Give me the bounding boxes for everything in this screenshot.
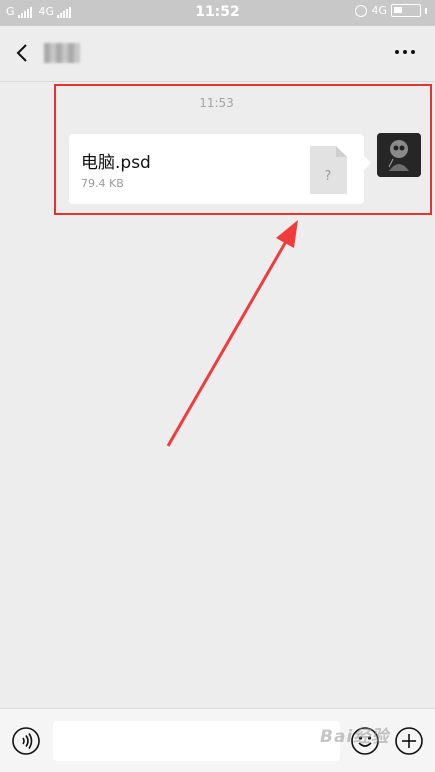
ellipsis-icon[interactable]	[395, 50, 415, 54]
battery-tip	[425, 7, 427, 14]
battery-icon	[391, 4, 421, 17]
file-name: 电脑.psd	[81, 153, 151, 173]
file-size: 79.4 KB	[81, 177, 124, 190]
unknown-file-icon: ?	[310, 146, 347, 194]
file-icon-symbol: ?	[325, 169, 332, 184]
network-label: 4G	[371, 4, 387, 17]
file-message-bubble[interactable]: 电脑.psd 79.4 KB ?	[69, 134, 371, 204]
status-bar: G 4G 11:52 4G	[0, 0, 435, 26]
watermark: Bai经验	[320, 727, 390, 747]
voice-icon[interactable]	[11, 726, 41, 756]
status-right: 4G	[355, 4, 427, 17]
alarm-icon	[355, 4, 368, 17]
message-timestamp: 11:53	[199, 96, 234, 110]
chevron-left-icon[interactable]	[12, 42, 34, 64]
chat-header	[0, 26, 435, 82]
avatar[interactable]	[377, 133, 421, 177]
plus-icon[interactable]	[394, 726, 424, 756]
message-input[interactable]	[53, 721, 340, 761]
contact-name	[44, 43, 80, 63]
